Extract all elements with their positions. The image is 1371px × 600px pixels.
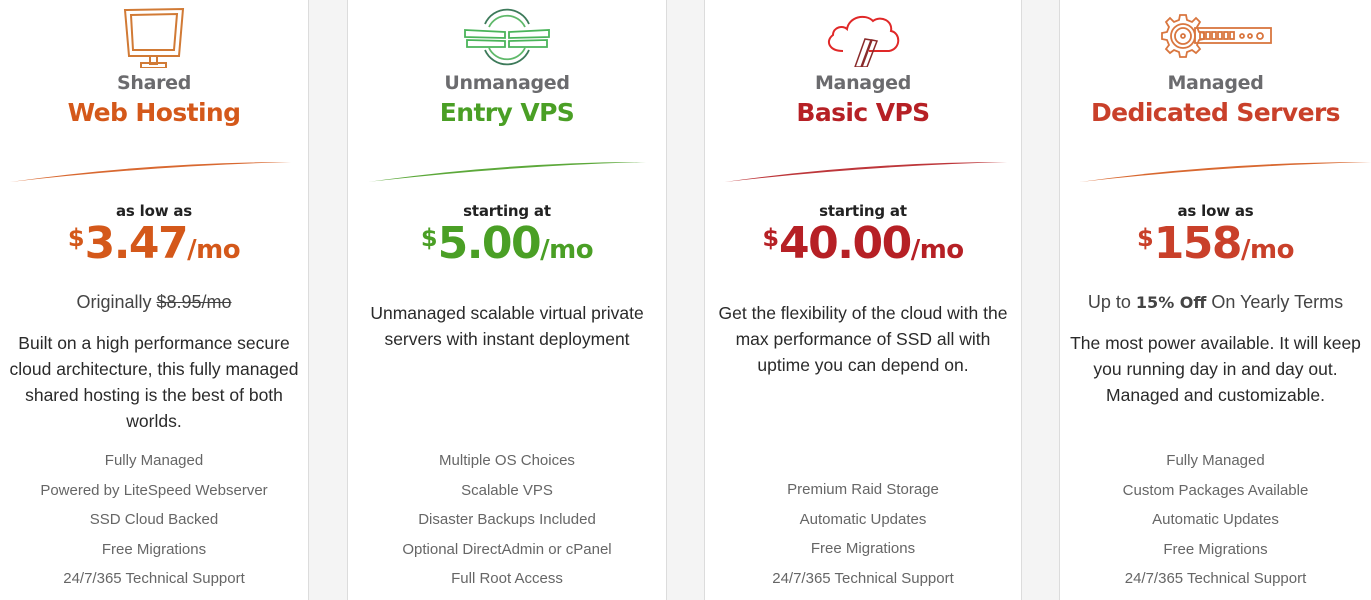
price-currency: $ (67, 224, 85, 252)
price: $158/mo (1060, 222, 1371, 266)
gear-server-icon (1060, 6, 1371, 68)
price-amount: 5.00 (437, 218, 542, 269)
discount-amount: 15% Off (1135, 293, 1207, 312)
monitor-icon (0, 6, 308, 68)
price: $40.00/mo (705, 222, 1021, 266)
price-currency: $ (1136, 224, 1154, 252)
plan-description: Unmanaged scalable virtual private serve… (370, 303, 644, 349)
note-prefix: Up to (1087, 292, 1136, 312)
plan-card-entry-vps[interactable]: Unmanaged Entry VPS starting at $5.00/mo… (347, 0, 667, 600)
feature-item: Premium Raid Storage (787, 481, 939, 498)
feature-item: Free Migrations (1163, 540, 1268, 558)
feature-item: 24/7/365 Technical Support (1124, 570, 1307, 587)
divider-swoosh (705, 152, 1021, 192)
feature-item: Optional DirectAdmin or cPanel (402, 540, 612, 558)
plan-title: Web Hosting (67, 98, 241, 127)
feature-item: Multiple OS Choices (439, 452, 575, 469)
feature-list: Premium Raid Storage Automatic Updates F… (705, 475, 1021, 593)
feature-item: SSD Cloud Backed (89, 511, 219, 528)
feature-item: Powered by LiteSpeed Webserver (40, 481, 268, 499)
original-price: $8.95/mo (156, 292, 232, 312)
plan-tier: Managed (814, 72, 912, 94)
discount-note: Up to 15% Off On Yearly Terms (1060, 292, 1371, 313)
plan-description: Get the flexibility of the cloud with th… (718, 303, 1008, 375)
price-amount: 3.47 (84, 218, 189, 269)
plan-tier: Shared (116, 72, 192, 94)
price-currency: $ (420, 224, 438, 252)
plan-card-shared-web-hosting[interactable]: Shared Web Hosting as low as $3.47/mo Or… (0, 0, 309, 600)
divider-swoosh (348, 152, 666, 192)
price-currency: $ (762, 224, 780, 252)
original-price-note: Originally $8.95/mo (0, 292, 308, 313)
feature-item: Scalable VPS (461, 481, 553, 499)
note-suffix: On Yearly Terms (1206, 292, 1344, 312)
plan-description: The most power available. It will keep y… (1070, 333, 1361, 405)
feature-list: Fully Managed Powered by LiteSpeed Webse… (0, 446, 308, 594)
plan-tier: Managed (1167, 72, 1264, 94)
price-period: /mo (187, 235, 241, 265)
cloud-server-icon (705, 6, 1021, 68)
feature-item: Free Migrations (101, 540, 207, 558)
plan-title: Basic VPS (796, 98, 930, 127)
price: $3.47/mo (0, 222, 308, 266)
divider-swoosh (0, 152, 308, 192)
feature-list: Multiple OS Choices Scalable VPS Disaste… (348, 446, 666, 594)
feature-item: Automatic Updates (1152, 511, 1279, 528)
feature-item: Full Root Access (451, 570, 563, 587)
plan-tier: Unmanaged (444, 72, 570, 94)
price-period: /mo (540, 235, 594, 265)
feature-item: Disaster Backups Included (418, 511, 596, 528)
plan-card-dedicated-servers[interactable]: Managed Dedicated Servers as low as $158… (1059, 0, 1371, 600)
plan-description: Built on a high performance secure cloud… (9, 333, 299, 431)
feature-item: 24/7/365 Technical Support (772, 569, 954, 587)
feature-item: Fully Managed (104, 452, 204, 469)
price-period: /mo (1241, 235, 1294, 265)
feature-item: Automatic Updates (799, 510, 927, 528)
plan-card-basic-vps[interactable]: Managed Basic VPS starting at $40.00/mo … (704, 0, 1022, 600)
price-period: /mo (910, 235, 964, 265)
feature-item: Fully Managed (1166, 452, 1265, 469)
feature-item: 24/7/365 Technical Support (63, 570, 245, 587)
plan-title: Entry VPS (439, 98, 575, 127)
feature-item: Custom Packages Available (1122, 481, 1309, 499)
server-globe-icon (348, 6, 666, 68)
plan-title: Dedicated Servers (1091, 98, 1341, 127)
note-prefix: Originally (76, 292, 157, 312)
price-amount: 158 (1153, 218, 1243, 269)
price-amount: 40.00 (779, 218, 912, 269)
feature-item: Free Migrations (810, 540, 916, 557)
feature-list: Fully Managed Custom Packages Available … (1060, 446, 1371, 594)
divider-swoosh (1060, 152, 1371, 192)
price: $5.00/mo (348, 222, 666, 266)
